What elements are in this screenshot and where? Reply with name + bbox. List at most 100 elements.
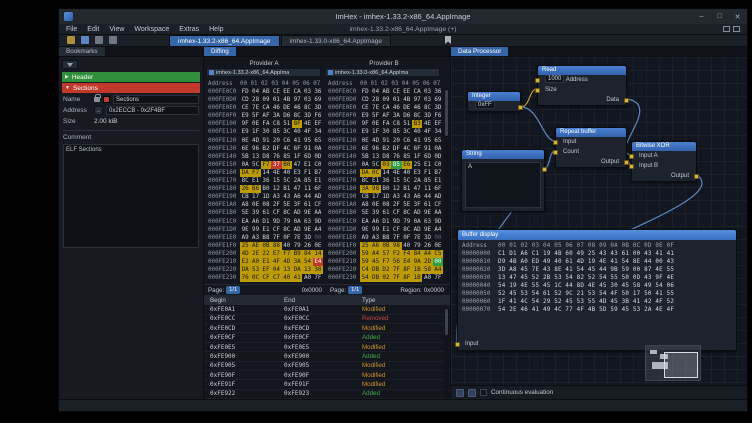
- hex-byte[interactable]: 0A: [360, 161, 370, 169]
- hex-byte[interactable]: 13: [302, 266, 312, 274]
- hex-byte[interactable]: 3A: [271, 112, 281, 120]
- hex-byte[interactable]: 51: [282, 120, 292, 128]
- diff-table-row[interactable]: 0xFE0A10xFE0A1Modified: [204, 305, 450, 314]
- hex-byte[interactable]: 3D: [422, 112, 432, 120]
- hex-byte[interactable]: 9D: [313, 218, 323, 226]
- hex-byte[interactable]: EF: [313, 120, 323, 128]
- titlebar[interactable]: ImHex - imhex-1.33.2-x86_64.AppImage – □…: [59, 9, 747, 24]
- scrollbar-thumb[interactable]: [445, 309, 448, 335]
- hex-byte[interactable]: FA: [261, 120, 271, 128]
- integer-value-field[interactable]: 0xFF: [475, 101, 495, 109]
- output-pin[interactable]: [518, 105, 523, 110]
- hex-byte[interactable]: E9: [240, 112, 250, 120]
- hex-byte[interactable]: 40: [282, 242, 292, 250]
- hex-byte[interactable]: CA: [292, 88, 302, 96]
- hex-byte[interactable]: 25: [412, 161, 422, 169]
- hex-byte[interactable]: 03: [422, 96, 432, 104]
- hex-byte[interactable]: 25: [240, 242, 250, 250]
- hex-byte[interactable]: 03: [422, 88, 432, 96]
- hex-byte[interactable]: A6: [370, 218, 380, 226]
- hex-byte[interactable]: CF: [433, 201, 443, 209]
- hex-byte[interactable]: 69: [313, 96, 323, 104]
- hex-byte[interactable]: DF: [271, 145, 281, 153]
- hex-byte[interactable]: E1: [302, 161, 312, 169]
- hex-byte[interactable]: B0: [282, 161, 292, 169]
- hex-byte[interactable]: 13: [282, 266, 292, 274]
- hex-byte[interactable]: 03: [302, 88, 312, 96]
- hex-byte[interactable]: 6F: [412, 145, 422, 153]
- hex-byte[interactable]: 5E: [240, 209, 250, 217]
- hex-byte[interactable]: 98: [391, 242, 401, 250]
- hex-byte[interactable]: A3: [250, 234, 260, 242]
- hex-byte[interactable]: AD: [313, 193, 323, 201]
- doc-tab-1[interactable]: imhex-1.33.2-x86_64.AppImage: [169, 35, 280, 46]
- diff-table-row[interactable]: 0xFE90F0xFE90FModified: [204, 371, 450, 380]
- hex-byte[interactable]: E1: [381, 226, 391, 234]
- bookmark-entry-header[interactable]: ▶ Header: [62, 72, 200, 82]
- menu-extras[interactable]: Extras: [179, 26, 199, 33]
- page-value[interactable]: 1/1: [226, 286, 240, 294]
- node-title[interactable]: Bitwise XOR: [632, 142, 696, 151]
- hex-byte[interactable]: 4B: [282, 96, 292, 104]
- hex-byte[interactable]: 5C: [402, 177, 412, 185]
- node-string[interactable]: String A: [461, 149, 545, 212]
- hex-byte[interactable]: 43: [282, 193, 292, 201]
- hex-byte[interactable]: 6E: [240, 145, 250, 153]
- hex-scrollbar[interactable]: [444, 88, 449, 283]
- lock-icon[interactable]: [94, 97, 100, 102]
- hex-byte[interactable]: 79: [402, 218, 412, 226]
- hex-byte[interactable]: E7: [271, 250, 281, 258]
- hex-byte[interactable]: 40: [402, 242, 412, 250]
- hex-byte[interactable]: 76: [240, 274, 250, 282]
- hex-byte[interactable]: A4: [433, 226, 443, 234]
- hex-byte[interactable]: 30: [381, 128, 391, 136]
- hex-byte[interactable]: 36: [381, 177, 391, 185]
- provider-a-select[interactable]: imhex-1.33.2-x86_64.AppIma: [206, 68, 321, 77]
- input-pin[interactable]: [535, 88, 540, 93]
- hex-byte[interactable]: 85: [402, 153, 412, 161]
- hex-byte[interactable]: A0: [250, 258, 260, 266]
- hex-byte[interactable]: 37: [271, 161, 281, 169]
- provider-b-select[interactable]: imhex-1.33.0-x86_64.AppIma: [325, 68, 440, 77]
- hex-byte[interactable]: E2: [240, 258, 250, 266]
- hex-byte[interactable]: CB: [240, 193, 250, 201]
- hex-byte[interactable]: 84: [302, 250, 312, 258]
- hex-byte[interactable]: A4: [370, 250, 380, 258]
- hex-byte[interactable]: AA: [313, 209, 323, 217]
- hex-byte[interactable]: B8: [261, 234, 271, 242]
- hex-byte[interactable]: 9D: [271, 218, 281, 226]
- diff-table-row[interactable]: 0xFE0E50xFE0E5Modified: [204, 343, 450, 352]
- hex-byte[interactable]: F2: [391, 250, 401, 258]
- hex-byte[interactable]: 41: [292, 137, 302, 145]
- hex-byte[interactable]: 11: [302, 185, 312, 193]
- hex-byte[interactable]: 9D: [391, 218, 401, 226]
- menu-file[interactable]: File: [66, 26, 77, 33]
- table-scrollbar[interactable]: [444, 307, 449, 401]
- hex-byte[interactable]: B7: [313, 169, 323, 177]
- hex-byte[interactable]: 14: [381, 169, 391, 177]
- hex-byte[interactable]: 8C: [302, 104, 312, 112]
- hex-byte[interactable]: A4: [422, 250, 432, 258]
- minimize-button[interactable]: –: [697, 13, 706, 21]
- hex-byte[interactable]: 85: [422, 177, 432, 185]
- hex-byte[interactable]: 61: [302, 201, 312, 209]
- hex-byte[interactable]: C6: [402, 137, 412, 145]
- hex-byte[interactable]: EF: [261, 266, 271, 274]
- hex-byte[interactable]: 1B: [412, 274, 422, 282]
- column-end[interactable]: End: [284, 297, 362, 304]
- hex-byte[interactable]: D6: [402, 112, 412, 120]
- hex-byte[interactable]: 9F: [240, 120, 250, 128]
- hex-byte[interactable]: 26: [302, 242, 312, 250]
- hex-byte[interactable]: B1: [282, 185, 292, 193]
- hex-byte[interactable]: 39: [370, 209, 380, 217]
- hex-byte[interactable]: 91: [261, 137, 271, 145]
- diff-table-row[interactable]: 0xFE9000xFE900Added: [204, 352, 450, 361]
- hex-byte[interactable]: CD: [240, 96, 250, 104]
- bookmark-entry-sections[interactable]: ▼ Sections: [62, 83, 200, 93]
- hex-byte[interactable]: 5F: [250, 112, 260, 120]
- hex-byte[interactable]: EE: [402, 88, 412, 96]
- input-pin[interactable]: [535, 78, 540, 83]
- node-integer[interactable]: Integer 0xFF: [467, 91, 521, 112]
- hex-byte[interactable]: 4E: [422, 120, 432, 128]
- hex-byte[interactable]: B2: [381, 145, 391, 153]
